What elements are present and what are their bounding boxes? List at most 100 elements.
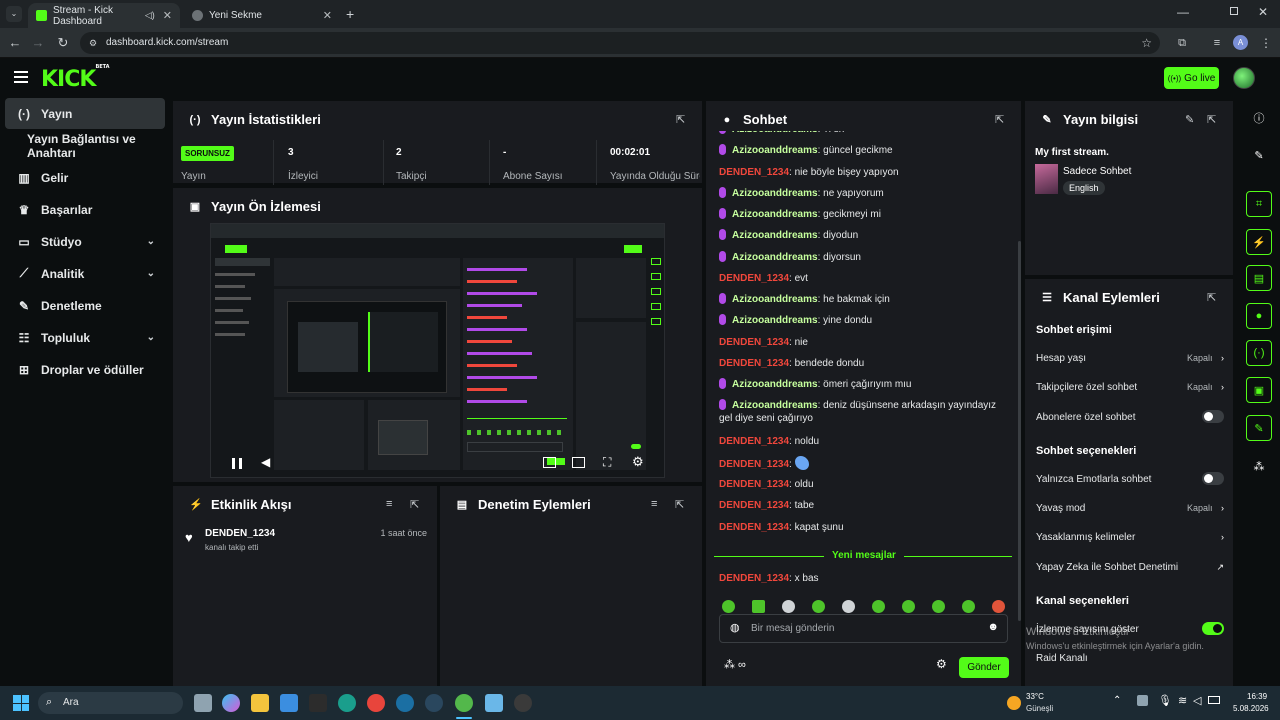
new-messages-label[interactable]: Yeni mesajlar (824, 550, 904, 561)
extensions-icon[interactable]: ⧉ (1174, 35, 1190, 51)
kick-logo[interactable]: KICKBETA (41, 64, 110, 92)
banned-words-row[interactable]: Yasaklanmış kelimeler › (1036, 532, 1224, 543)
hamburger-menu-icon[interactable] (14, 71, 28, 83)
obs-icon[interactable] (514, 694, 532, 712)
edit-pencil-icon[interactable]: ✎ (1245, 141, 1273, 169)
reading-list-icon[interactable]: ≡ (1209, 35, 1225, 51)
popout-icon[interactable]: ⇱ (995, 113, 1004, 126)
task-view-icon[interactable] (194, 694, 212, 712)
edge-icon[interactable] (338, 694, 356, 712)
sidebar-item-yayin[interactable]: (·) Yayın (5, 98, 165, 129)
bookmark-star-icon[interactable]: ☆ (1141, 32, 1152, 54)
site-info-icon[interactable]: ⚙ (89, 32, 97, 54)
speaker-icon[interactable]: ◁ (1193, 694, 1201, 707)
sidebar-item-droplar[interactable]: ⊞ Droplar ve ödüller (5, 354, 165, 385)
steam-2-icon[interactable] (425, 694, 443, 712)
settings-gear-icon[interactable]: ⚙ (632, 454, 644, 470)
chat-username[interactable]: DENDEN_1234 (719, 522, 789, 533)
forward-icon[interactable]: → (30, 35, 46, 51)
close-icon[interactable]: ✕ (323, 9, 332, 22)
chat-username[interactable]: DENDEN_1234 (719, 479, 789, 490)
popout-icon[interactable]: ⇱ (676, 113, 685, 126)
microphone-icon[interactable]: 🎙 (1158, 694, 1172, 707)
sidebar-item-stream-key[interactable]: Yayın Bağlantısı ve Anahtarı (5, 130, 173, 161)
wrench-icon[interactable]: ✎ (1246, 415, 1272, 441)
info-icon[interactable]: ⓘ (1245, 104, 1273, 132)
subscribers-only-toggle[interactable] (1202, 410, 1224, 423)
chat-username[interactable]: DENDEN_1234 (719, 459, 789, 470)
chat-message-input[interactable]: ◍ Bir mesaj gönderin ☻ (719, 614, 1008, 643)
tab-kick-dashboard[interactable]: Stream - Kick Dashboard ◁) ✕ (28, 3, 180, 28)
windows-start-icon[interactable] (13, 695, 29, 711)
emote-icon[interactable] (752, 600, 765, 613)
chat-users-icon[interactable]: ⁂ ∞ (724, 658, 746, 671)
account-age-row[interactable]: Hesap yaşı Kapalı › (1036, 353, 1224, 364)
popout-icon[interactable]: ⇱ (1207, 113, 1216, 126)
emote-icon[interactable] (842, 600, 855, 613)
chat-bubble-icon[interactable]: ● (1246, 303, 1272, 329)
ai-moderation-row[interactable]: Yapay Zeka ile Sohbet Denetimi ↗ (1036, 562, 1224, 573)
broadcast-icon[interactable]: (·) (1246, 340, 1272, 366)
chat-username[interactable]: DENDEN_1234 (719, 337, 789, 348)
stream-icon[interactable]: ▣ (1246, 377, 1272, 403)
popout-icon[interactable]: ⇱ (675, 498, 684, 511)
go-live-button[interactable]: ((•)) Go live (1164, 67, 1219, 89)
close-icon[interactable]: ✕ (163, 9, 172, 22)
url-field[interactable]: ⚙ dashboard.kick.com/stream ☆ (80, 32, 1160, 54)
bolt-icon[interactable]: ⚡ (1246, 229, 1272, 255)
emote-icon[interactable] (992, 600, 1005, 613)
chrome-icon[interactable] (367, 694, 385, 712)
capture-icon[interactable]: ⌗ (1246, 191, 1272, 217)
chat-username[interactable]: Azizooanddreams (732, 379, 818, 390)
sidebar-item-analitik[interactable]: ⟋ Analitik ⌄ (5, 258, 165, 289)
sidebar-item-studyo[interactable]: ▭ Stüdyo ⌄ (5, 226, 165, 257)
back-icon[interactable]: ← (7, 35, 23, 51)
window-close-icon[interactable]: ✕ (1258, 5, 1268, 19)
chat-username[interactable]: DENDEN_1234 (719, 358, 789, 369)
minimize-icon[interactable]: — (1177, 5, 1189, 19)
volume-icon[interactable]: ◀ (261, 455, 270, 469)
chrome-active-icon[interactable] (455, 694, 473, 712)
emote-icon[interactable] (932, 600, 945, 613)
new-tab-button[interactable]: + (346, 6, 354, 22)
popout-icon[interactable]: ⇱ (1207, 291, 1216, 304)
filter-icon[interactable]: ≡ (651, 498, 657, 510)
audio-icon[interactable]: ◁) (145, 10, 155, 21)
edit-icon[interactable]: ✎ (1185, 113, 1194, 126)
followers-only-row[interactable]: Takipçilere özel sohbet Kapalı › (1036, 382, 1224, 393)
photos-icon[interactable] (485, 694, 503, 712)
epic-games-icon[interactable] (309, 694, 327, 712)
emote-icon[interactable] (722, 600, 735, 613)
file-explorer-icon[interactable] (251, 694, 269, 712)
sidebar-item-basarilar[interactable]: ♛ Başarılar (5, 194, 165, 225)
more-panels-icon[interactable]: ⁂ (1245, 452, 1273, 480)
emote-icon[interactable] (902, 600, 915, 613)
chat-username[interactable]: DENDEN_1234 (719, 436, 789, 447)
chat-username[interactable]: Azizooanddreams (732, 252, 818, 263)
steam-icon[interactable] (396, 694, 414, 712)
chat-scrollbar[interactable] (1018, 241, 1021, 621)
chat-username[interactable]: DENDEN_1234 (719, 500, 789, 511)
copilot-icon[interactable] (222, 694, 240, 712)
activity-user[interactable]: DENDEN_1234 (205, 528, 275, 539)
raid-channel-row[interactable]: Raid Kanalı (1036, 653, 1224, 664)
emote-icon[interactable] (872, 600, 885, 613)
chat-username[interactable]: Azizooanddreams (732, 209, 818, 220)
fullscreen-icon[interactable]: ⛶ (603, 455, 611, 470)
profile-avatar[interactable]: A (1233, 35, 1248, 50)
taskbar-search[interactable]: ⌕ Ara (38, 692, 183, 714)
chat-username[interactable]: DENDEN_1234 (719, 167, 789, 178)
emote-icon[interactable] (812, 600, 825, 613)
emote-icon[interactable] (962, 600, 975, 613)
chat-username[interactable]: Azizooanddreams (732, 145, 818, 156)
slow-mode-row[interactable]: Yavaş mod Kapalı › (1036, 503, 1224, 514)
pause-icon[interactable] (232, 458, 242, 469)
chat-username[interactable]: Azizooanddreams (732, 131, 818, 135)
theater-icon[interactable] (572, 457, 585, 468)
preview-video[interactable]: ◀ ⛶ ⚙ (210, 223, 665, 478)
category-thumbnail[interactable] (1035, 164, 1058, 194)
category-name[interactable]: Sadece Sohbet (1063, 166, 1131, 177)
sidebar-item-gelir[interactable]: ▥ Gelir (5, 162, 165, 193)
user-avatar[interactable] (1233, 67, 1255, 89)
sidebar-item-topluluk[interactable]: ☷ Topluluk ⌄ (5, 322, 165, 353)
